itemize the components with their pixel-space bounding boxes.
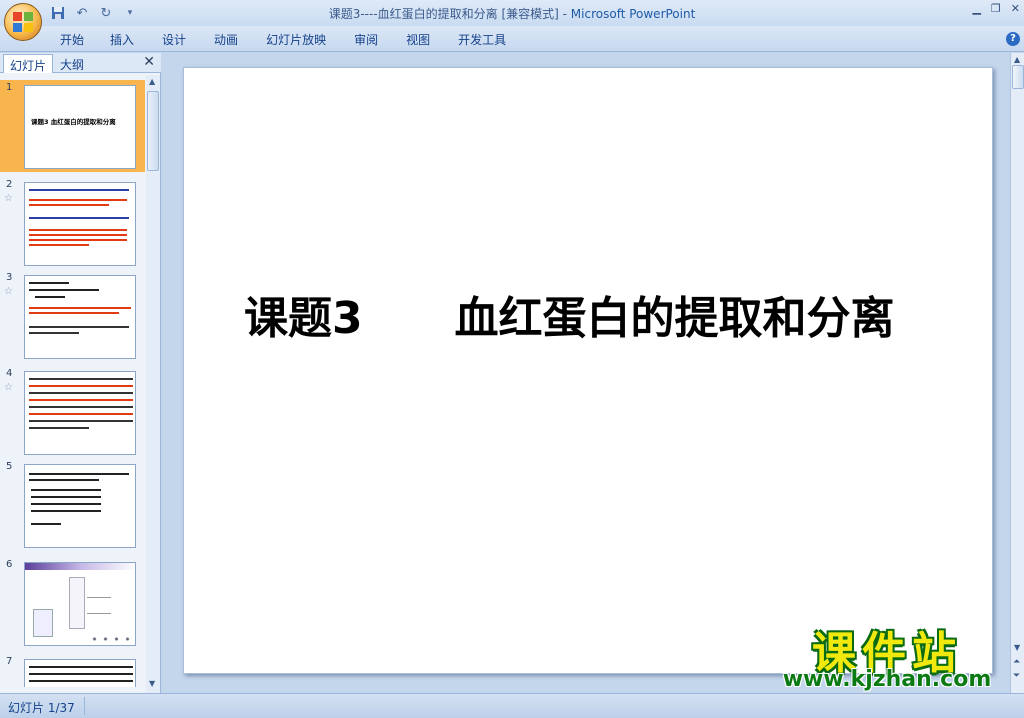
quick-access-toolbar: ↶ ↻ ▾ bbox=[50, 4, 138, 22]
tab-home[interactable]: 开始 bbox=[60, 31, 110, 48]
thumbnail-preview bbox=[24, 182, 136, 266]
slide-number: 3 bbox=[6, 272, 13, 283]
scrollbar-thumb[interactable] bbox=[147, 91, 159, 171]
minimize-icon[interactable]: ▁ bbox=[972, 2, 980, 15]
close-pane-icon[interactable]: ✕ bbox=[143, 54, 155, 70]
thumbnail-preview bbox=[24, 371, 136, 455]
ribbon-tabs: 开始 插入 设计 动画 幻灯片放映 审阅 视图 开发工具 bbox=[0, 26, 1024, 52]
slide-number: 4 bbox=[6, 368, 13, 379]
save-icon[interactable] bbox=[50, 5, 66, 21]
slide-number: 2 bbox=[6, 179, 13, 190]
editor-scrollbar[interactable]: ▲ ▼ ⏶ ⏷ bbox=[1010, 53, 1024, 693]
thumbnail-preview bbox=[24, 562, 136, 646]
slides-pane: 幻灯片 大纲 ✕ 1 课题3 血红蛋白的提取和分离 2 ☆ 3 ☆ 4 ☆ 5 … bbox=[0, 53, 161, 693]
animation-star-icon: ☆ bbox=[4, 286, 13, 297]
thumbnail-preview: 课题3 血红蛋白的提取和分离 bbox=[24, 85, 136, 169]
restore-icon[interactable]: ❐ bbox=[991, 2, 1001, 15]
tab-view[interactable]: 视图 bbox=[406, 31, 458, 48]
tab-insert[interactable]: 插入 bbox=[110, 31, 162, 48]
thumbnail-preview bbox=[24, 464, 136, 548]
title-bar: 课题3----血红蛋白的提取和分离 [兼容模式] - Microsoft Pow… bbox=[0, 0, 1024, 26]
slide-thumbnail-1[interactable]: 1 课题3 血红蛋白的提取和分离 bbox=[0, 80, 145, 172]
scroll-up-icon[interactable]: ▲ bbox=[1014, 55, 1020, 64]
slide-number: 5 bbox=[6, 461, 13, 472]
slide-thumbnail-5[interactable]: 5 bbox=[0, 459, 145, 551]
customize-qat-icon[interactable]: ▾ bbox=[122, 5, 138, 21]
thumbnail-preview bbox=[24, 275, 136, 359]
help-icon[interactable]: ? bbox=[1006, 32, 1020, 46]
scroll-down-icon[interactable]: ▼ bbox=[149, 679, 155, 688]
slide-thumbnail-6[interactable]: 6 bbox=[0, 557, 145, 649]
pane-tabs: 幻灯片 大纲 ✕ bbox=[0, 53, 161, 73]
thumbnail-list: 1 课题3 血红蛋白的提取和分离 2 ☆ 3 ☆ 4 ☆ 5 6 7 bbox=[0, 75, 145, 687]
tab-animations[interactable]: 动画 bbox=[214, 31, 266, 48]
tab-developer[interactable]: 开发工具 bbox=[458, 31, 519, 48]
office-button[interactable] bbox=[4, 3, 42, 41]
thumbnail-title: 课题3 血红蛋白的提取和分离 bbox=[31, 118, 116, 126]
app-name: Microsoft PowerPoint bbox=[570, 7, 696, 21]
slide-number: 6 bbox=[6, 559, 13, 570]
status-bar: 幻灯片 1/37 bbox=[0, 693, 1024, 718]
thumbnail-preview bbox=[24, 659, 136, 687]
animation-star-icon: ☆ bbox=[4, 193, 13, 204]
watermark-logo: 课件站 www.kjzhan.com bbox=[772, 617, 1002, 692]
previous-slide-icon[interactable]: ⏶ bbox=[1013, 657, 1020, 667]
scroll-up-icon[interactable]: ▲ bbox=[149, 77, 155, 86]
status-divider bbox=[84, 697, 85, 715]
animation-star-icon: ☆ bbox=[4, 382, 13, 393]
slide-number: 7 bbox=[6, 656, 13, 667]
slide-thumbnail-2[interactable]: 2 ☆ bbox=[0, 177, 145, 269]
slide-thumbnail-3[interactable]: 3 ☆ bbox=[0, 270, 145, 362]
ribbon-tab-list: 开始 插入 设计 动画 幻灯片放映 审阅 视图 开发工具 bbox=[60, 31, 519, 48]
scrollbar-thumb[interactable] bbox=[1012, 65, 1024, 89]
slide-indicator: 幻灯片 1/37 bbox=[8, 701, 75, 715]
close-window-icon[interactable]: ✕ bbox=[1011, 2, 1020, 15]
current-slide[interactable]: 课题3 血红蛋白的提取和分离 bbox=[183, 67, 993, 674]
redo-icon[interactable]: ↻ bbox=[98, 5, 114, 21]
slide-number: 1 bbox=[6, 82, 13, 93]
thumbnail-scrollbar[interactable]: ▲ ▼ bbox=[146, 75, 160, 693]
tab-slides[interactable]: 幻灯片 bbox=[3, 54, 54, 73]
window-title-prefix: 课题3----血红蛋白的提取和分离 [兼容模式] - bbox=[328, 7, 571, 21]
tab-outline[interactable]: 大纲 bbox=[54, 54, 90, 73]
tab-slideshow[interactable]: 幻灯片放映 bbox=[266, 31, 354, 48]
office-logo-icon bbox=[13, 12, 33, 32]
scroll-down-icon[interactable]: ▼ bbox=[1014, 643, 1020, 652]
window-controls: ▁ ❐ ✕ bbox=[972, 2, 1020, 15]
watermark-url: www.kjzhan.com bbox=[782, 667, 992, 692]
tab-design[interactable]: 设计 bbox=[162, 31, 214, 48]
undo-icon[interactable]: ↶ bbox=[74, 5, 90, 21]
next-slide-icon[interactable]: ⏷ bbox=[1013, 671, 1020, 681]
slide-thumbnail-4[interactable]: 4 ☆ bbox=[0, 366, 145, 458]
tab-review[interactable]: 审阅 bbox=[354, 31, 406, 48]
slide-title[interactable]: 课题3 血红蛋白的提取和分离 bbox=[244, 282, 944, 346]
window-title: 课题3----血红蛋白的提取和分离 [兼容模式] - Microsoft Pow… bbox=[0, 5, 1024, 22]
slide-thumbnail-7[interactable]: 7 bbox=[0, 654, 145, 687]
